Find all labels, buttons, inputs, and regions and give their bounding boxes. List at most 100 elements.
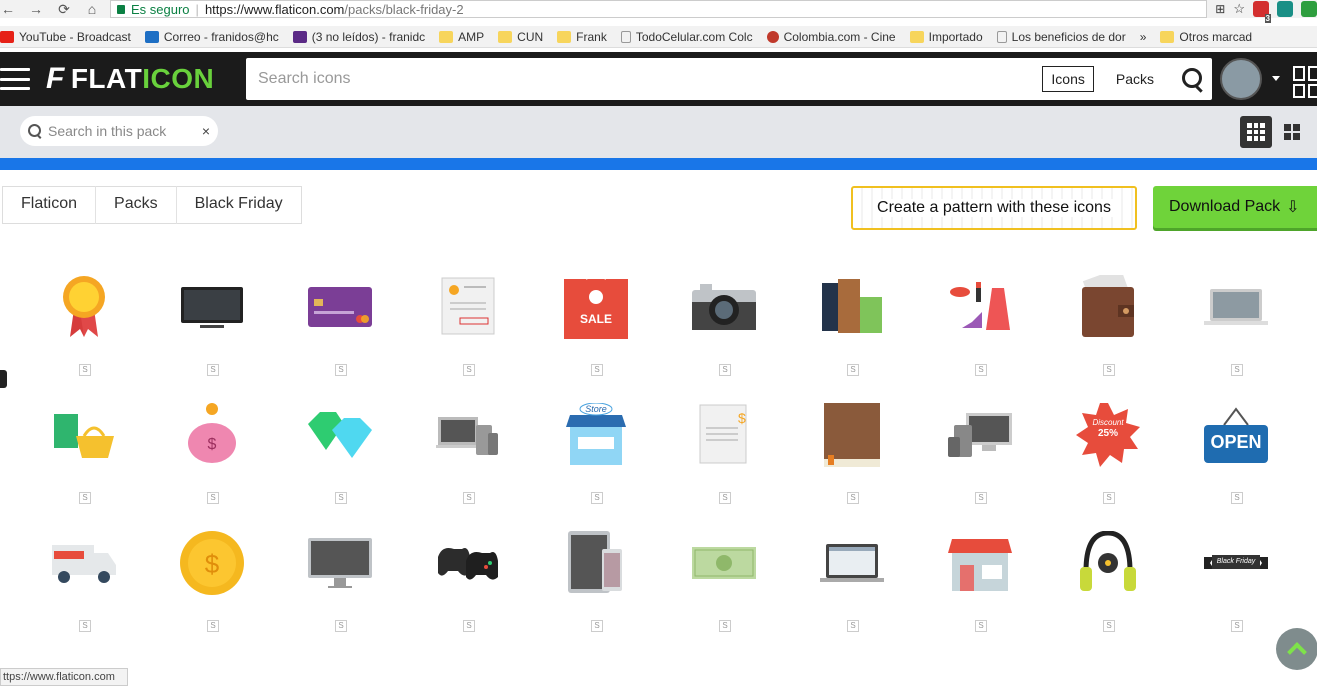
coin-icon[interactable]: $: [180, 530, 244, 596]
gamepad-icon[interactable]: [436, 530, 500, 596]
chevron-down-icon[interactable]: [1272, 76, 1280, 81]
banknote-icon[interactable]: [692, 530, 756, 596]
search-input[interactable]: [258, 70, 1043, 88]
fashion-icon[interactable]: [948, 274, 1012, 340]
breadcrumb-flaticon[interactable]: Flaticon: [3, 186, 95, 224]
bookmark-youtube[interactable]: YouTube - Broadcast: [0, 30, 131, 44]
icon-card[interactable]: S: [1044, 270, 1172, 398]
laptop-icon[interactable]: [1204, 274, 1268, 340]
icon-card[interactable]: S: [404, 398, 532, 526]
shopping-bag-sale-icon[interactable]: SALE: [564, 274, 628, 340]
reload-icon[interactable]: ⟳: [56, 1, 72, 18]
grid-large-view-button[interactable]: [1284, 124, 1300, 140]
apps-grid-icon[interactable]: [1293, 66, 1317, 98]
icon-card[interactable]: S: [1172, 270, 1300, 398]
icon-card[interactable]: S: [148, 270, 276, 398]
basket-bag-icon[interactable]: [52, 402, 116, 468]
side-tab[interactable]: [0, 370, 7, 388]
icon-card[interactable]: S: [916, 526, 1044, 654]
scroll-to-top-button[interactable]: [1276, 628, 1317, 670]
shop-icon[interactable]: [948, 530, 1012, 596]
create-pattern-button[interactable]: Create a pattern with these icons: [851, 186, 1137, 230]
menu-icon[interactable]: [0, 68, 30, 90]
translate-icon[interactable]: ⊞: [1215, 2, 1225, 16]
delivery-truck-icon[interactable]: [52, 530, 116, 596]
pack-search-input[interactable]: [48, 123, 202, 139]
secure-indicator[interactable]: Es seguro: [117, 2, 190, 17]
bookmark-importado[interactable]: Importado: [909, 30, 983, 44]
extension-green-icon[interactable]: [1301, 1, 1317, 17]
extension-red-icon[interactable]: 3: [1253, 1, 1271, 23]
icon-card[interactable]: S: [532, 526, 660, 654]
devices-icon[interactable]: [436, 402, 500, 468]
wallet-icon[interactable]: [1076, 274, 1140, 340]
icon-card[interactable]: $ S: [148, 398, 276, 526]
diamonds-icon[interactable]: [308, 402, 372, 468]
clear-icon[interactable]: ×: [202, 123, 210, 139]
grid-small-view-button[interactable]: [1240, 116, 1272, 148]
certificate-icon[interactable]: [436, 274, 500, 340]
back-icon[interactable]: ←: [0, 1, 16, 17]
icon-card[interactable]: S: [916, 270, 1044, 398]
url-field[interactable]: Es seguro | https://www.flaticon.com/pac…: [110, 0, 1208, 18]
forward-icon[interactable]: →: [28, 1, 44, 17]
tab-icons[interactable]: Icons: [1042, 66, 1094, 92]
icon-card[interactable]: S: [404, 270, 532, 398]
icon-card[interactable]: S: [660, 526, 788, 654]
icon-card[interactable]: 25% Discount S: [1044, 398, 1172, 526]
black-friday-ribbon-icon[interactable]: Black Friday: [1204, 530, 1268, 596]
store-icon[interactable]: Store: [564, 402, 628, 468]
icon-card[interactable]: SALE S: [532, 270, 660, 398]
download-pack-button[interactable]: Download Pack ⇩: [1153, 186, 1317, 228]
laptop-browser-icon[interactable]: [820, 530, 884, 596]
breadcrumb-black-friday[interactable]: Black Friday: [175, 186, 301, 224]
icon-card[interactable]: Store S: [532, 398, 660, 526]
icon-card[interactable]: S: [276, 398, 404, 526]
headphones-icon[interactable]: [1076, 530, 1140, 596]
tv-icon[interactable]: [180, 274, 244, 340]
bookmark-beneficios[interactable]: Los beneficios de dor: [996, 30, 1126, 44]
icon-card[interactable]: S: [20, 398, 148, 526]
computer-devices-icon[interactable]: [948, 402, 1012, 468]
icon-card[interactable]: S: [660, 270, 788, 398]
tab-packs[interactable]: Packs: [1108, 67, 1162, 91]
search-icon[interactable]: [1180, 66, 1206, 92]
icon-card[interactable]: S: [276, 270, 404, 398]
icon-card[interactable]: S: [20, 526, 148, 654]
monitor-icon[interactable]: [308, 530, 372, 596]
breadcrumb-packs[interactable]: Packs: [95, 186, 176, 224]
icon-card[interactable]: S: [1044, 526, 1172, 654]
icon-card[interactable]: S: [276, 526, 404, 654]
tablet-phone-icon[interactable]: [564, 530, 628, 596]
bookmark-amp[interactable]: AMP: [439, 30, 484, 44]
icon-card[interactable]: S: [788, 270, 916, 398]
icon-card[interactable]: S: [916, 398, 1044, 526]
icon-card[interactable]: $ S: [148, 526, 276, 654]
bookmark-frank[interactable]: Frank: [557, 30, 607, 44]
extension-teal-icon[interactable]: [1277, 1, 1293, 17]
bookmark-colombia[interactable]: Colombia.com - Cine: [766, 30, 896, 44]
receipt-icon[interactable]: $: [692, 402, 756, 468]
bookmarks-more-button[interactable]: »: [1140, 30, 1147, 44]
icon-card[interactable]: OPEN S: [1172, 398, 1300, 526]
bookmark-cun[interactable]: CUN: [498, 30, 543, 44]
bookmark-todocelular[interactable]: TodoCelular.com Colc: [620, 30, 753, 44]
book-icon[interactable]: [820, 402, 884, 468]
camera-icon[interactable]: [692, 274, 756, 340]
bookmark-mail[interactable]: (3 no leídos) - franidc: [292, 30, 425, 44]
star-icon[interactable]: ☆: [1233, 1, 1245, 17]
icon-card[interactable]: S: [20, 270, 148, 398]
bookmark-other[interactable]: Otros marcad: [1160, 30, 1252, 44]
open-sign-icon[interactable]: OPEN: [1204, 402, 1268, 468]
icon-card[interactable]: S: [788, 526, 916, 654]
flaticon-logo[interactable]: F FLAT ICON: [46, 62, 214, 96]
clothes-icon[interactable]: [820, 274, 884, 340]
bookmark-correo[interactable]: Correo - franidos@hc: [144, 30, 279, 44]
home-icon[interactable]: ⌂: [84, 1, 100, 17]
icon-card[interactable]: S: [404, 526, 532, 654]
discount-badge-icon[interactable]: 25% Discount: [1076, 402, 1140, 468]
icon-card[interactable]: $ S: [660, 398, 788, 526]
icon-card[interactable]: S: [788, 398, 916, 526]
credit-card-icon[interactable]: [308, 274, 372, 340]
medal-icon[interactable]: [52, 274, 116, 340]
